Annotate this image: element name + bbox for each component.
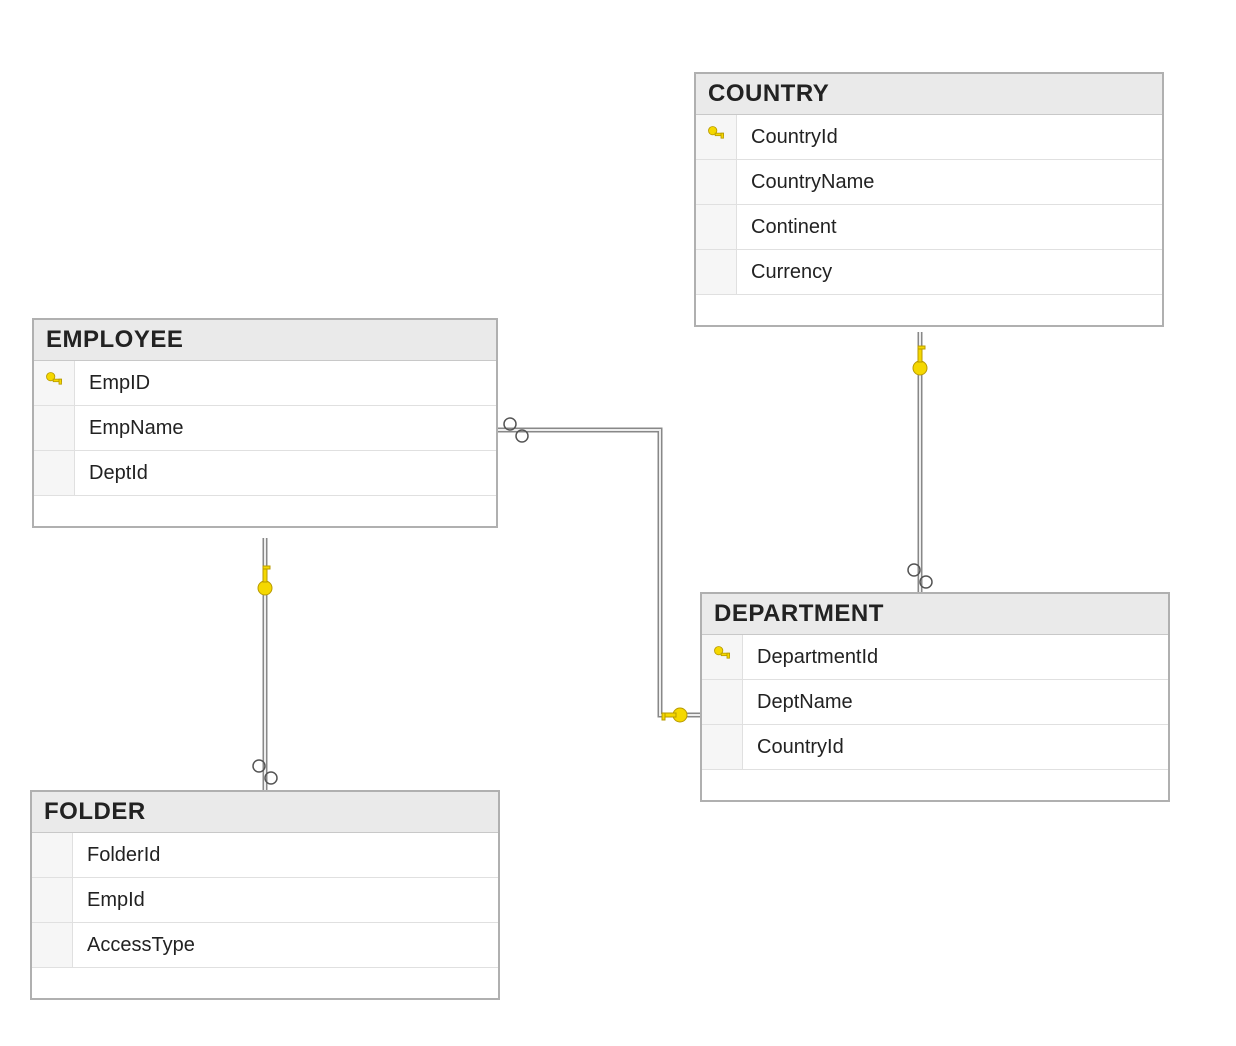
column-name: DepartmentId bbox=[743, 646, 892, 669]
column-name: AccessType bbox=[73, 934, 209, 957]
column-name: EmpId bbox=[73, 889, 159, 912]
column-name: DeptId bbox=[75, 462, 162, 485]
table-row[interactable]: EmpName bbox=[34, 406, 496, 451]
table-row[interactable]: AccessType bbox=[32, 923, 498, 968]
table-row[interactable]: DeptId bbox=[34, 451, 496, 496]
infinity-icon bbox=[504, 418, 528, 442]
table-title[interactable]: DEPARTMENT bbox=[702, 594, 1168, 635]
table-employee[interactable]: EMPLOYEE EmpID EmpName DeptId bbox=[32, 318, 498, 528]
table-row[interactable]: DeptName bbox=[702, 680, 1168, 725]
table-row[interactable]: CountryName bbox=[696, 160, 1162, 205]
column-name: CountryName bbox=[737, 171, 888, 194]
table-department[interactable]: DEPARTMENT DepartmentId DeptName Country… bbox=[700, 592, 1170, 802]
table-row[interactable]: CountryId bbox=[696, 115, 1162, 160]
column-name: CountryId bbox=[743, 736, 858, 759]
table-row[interactable]: FolderId bbox=[32, 833, 498, 878]
table-row[interactable]: Currency bbox=[696, 250, 1162, 295]
table-row[interactable]: EmpID bbox=[34, 361, 496, 406]
primary-key-icon bbox=[712, 644, 732, 670]
table-country[interactable]: COUNTRY CountryId CountryName Continent … bbox=[694, 72, 1164, 327]
table-folder[interactable]: FOLDER FolderId EmpId AccessType bbox=[30, 790, 500, 1000]
column-name: EmpID bbox=[75, 372, 164, 395]
column-name: FolderId bbox=[73, 844, 174, 867]
table-row[interactable]: CountryId bbox=[702, 725, 1168, 770]
table-row[interactable]: EmpId bbox=[32, 878, 498, 923]
column-name: Currency bbox=[737, 261, 846, 284]
column-name: DeptName bbox=[743, 691, 867, 714]
key-end-icon bbox=[662, 708, 687, 722]
key-end-icon bbox=[258, 566, 272, 595]
table-row[interactable]: Continent bbox=[696, 205, 1162, 250]
table-title[interactable]: FOLDER bbox=[32, 792, 498, 833]
table-title[interactable]: COUNTRY bbox=[696, 74, 1162, 115]
table-row[interactable]: DepartmentId bbox=[702, 635, 1168, 680]
column-name: CountryId bbox=[737, 126, 852, 149]
infinity-icon bbox=[253, 760, 277, 784]
column-name: EmpName bbox=[75, 417, 197, 440]
primary-key-icon bbox=[44, 370, 64, 396]
primary-key-icon bbox=[706, 124, 726, 150]
column-name: Continent bbox=[737, 216, 851, 239]
infinity-icon bbox=[908, 564, 932, 588]
key-end-icon bbox=[913, 346, 927, 375]
table-title[interactable]: EMPLOYEE bbox=[34, 320, 496, 361]
